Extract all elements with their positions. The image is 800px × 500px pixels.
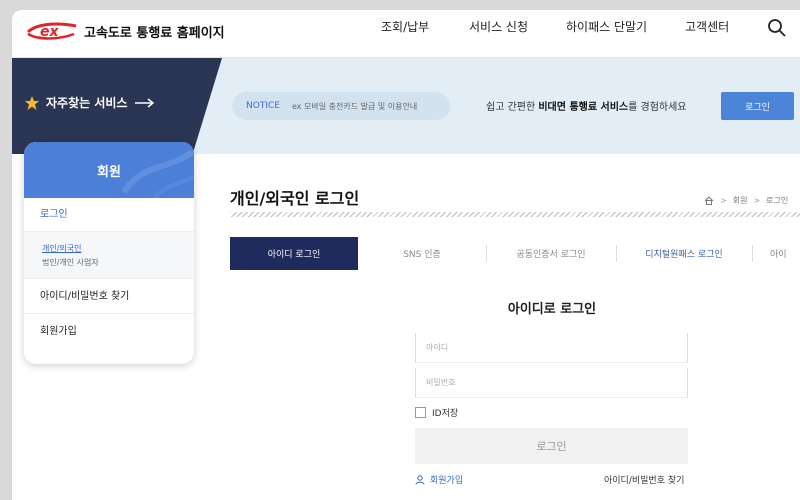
promo-suffix: 를 경험하세요 [628,102,687,113]
nav-item-inquiry[interactable]: 조회/납부 [381,18,429,35]
tab-id-login[interactable]: 아이디 로그인 [230,237,358,270]
breadcrumb-login[interactable]: 로그인 [766,195,788,206]
signup-link[interactable]: 회원가입 [415,473,463,486]
checkbox-box[interactable] [415,407,426,418]
nav-item-support[interactable]: 고객센터 [685,18,729,35]
login-form-title: 아이디로 로그인 [507,302,597,317]
browser-frame: ex 고속도로 통행료 홈페이지 조회/납부 서비스 신청 하이패스 단말기 고… [12,10,800,500]
site-logo[interactable]: ex 고속도로 통행료 홈페이지 [26,20,225,42]
nav-item-service[interactable]: 서비스 신청 [469,18,528,35]
id-input[interactable] [415,333,688,363]
promo-prefix: 쉽고 간편한 [486,102,539,113]
member-sidebar: 회원 로그인 개인/외국인 법인/개인 사업자 아이디/비밀번호 찾기 회원가입 [24,142,194,364]
breadcrumb-member[interactable]: 회원 [733,195,748,206]
nav-item-hipass[interactable]: 하이패스 단말기 [566,18,647,35]
tab-divider [752,245,753,262]
user-icon [415,474,425,485]
sidebar-sub-personal[interactable]: 개인/외국인 [24,242,194,256]
title-divider [230,212,800,217]
sidebar-title: 회원 [24,142,194,198]
notice-text: ex 모바일 충전카드 발급 및 이용안내 [291,101,418,111]
home-icon[interactable] [704,196,714,205]
notice-pill[interactable]: NOTICE ex 모바일 충전카드 발급 및 이용안내 [232,92,450,120]
sidebar-item-find[interactable]: 아이디/비밀번호 찾기 [24,278,194,313]
find-id-password-link[interactable]: 아이디/비밀번호 찾기 [604,473,684,486]
id-save-label: ID저장 [432,409,459,419]
tab-cert[interactable]: 공동인증서 로그인 [486,237,616,270]
sidebar-sub-corporate[interactable]: 법인/개인 사업자 [24,256,194,270]
notice-tag: NOTICE [246,101,280,111]
promo-text: 쉽고 간편한 비대면 통행료 서비스를 경험하세요 [486,98,687,113]
banner-login-button[interactable]: 로그인 [721,92,794,120]
site-title: 고속도로 통행료 홈페이지 [84,25,225,41]
promo-bold: 비대면 통행료 서비스 [538,102,629,113]
sidebar-submenu: 개인/외국인 법인/개인 사업자 [24,232,194,278]
quick-banner: 자주찾는 서비스 NOTICE ex 모바일 충전카드 발급 및 이용안내 쉽고… [12,58,800,154]
sidebar-item-login[interactable]: 로그인 [24,198,194,232]
arrow-right-icon [135,97,155,108]
star-icon [25,95,39,110]
login-tabs: 아이디 로그인 SNS 인증 공동인증서 로그인 디지털원패스 로그인 아이 [230,237,800,270]
favorites-link[interactable]: 자주찾는 서비스 [24,94,155,111]
site-header: ex 고속도로 통행료 홈페이지 조회/납부 서비스 신청 하이패스 단말기 고… [12,10,800,58]
login-button[interactable]: 로그인 [415,428,688,464]
id-save-checkbox[interactable]: ID저장 [415,406,458,419]
sidebar-item-signup[interactable]: 회원가입 [24,313,194,348]
favorites-label: 자주찾는 서비스 [46,96,128,110]
breadcrumb: > 회원 > 로그인 [704,195,788,206]
road-decoration-icon [121,149,194,198]
breadcrumb-separator: > [753,196,761,205]
tab-sns[interactable]: SNS 인증 [358,237,486,270]
page-title: 개인/외국인 로그인 [230,189,360,208]
tab-more[interactable]: 아이 [770,237,800,270]
svg-text:ex: ex [40,24,59,40]
ex-logo-icon: ex [26,22,77,40]
breadcrumb-separator: > [720,196,727,205]
tab-digital-onepass[interactable]: 디지털원패스 로그인 [616,237,752,270]
search-icon[interactable] [767,18,787,38]
password-input[interactable] [415,368,688,398]
signup-link-label: 회원가입 [430,476,464,486]
